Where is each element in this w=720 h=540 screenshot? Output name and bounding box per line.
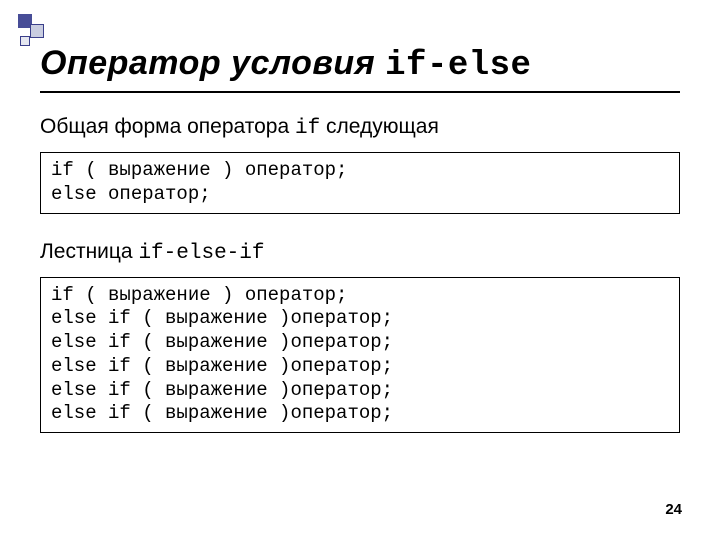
section-heading-ladder: Лестница if-else-if — [40, 240, 680, 265]
slide-content: Оператор условия if-else Общая форма опе… — [0, 0, 720, 433]
intro-paragraph: Общая форма оператора if следующая — [40, 115, 680, 140]
section-code: if-else-if — [138, 242, 264, 265]
page-number: 24 — [665, 501, 682, 518]
intro-text-pre: Общая форма оператора — [40, 115, 295, 138]
code-block-general-form: if ( выражение ) оператор; else оператор… — [40, 152, 680, 214]
decor-square — [30, 24, 44, 38]
title-underline — [40, 91, 680, 93]
intro-text-post: следующая — [320, 115, 439, 138]
title-code: if-else — [385, 47, 531, 85]
section-text: Лестница — [40, 240, 138, 263]
decor-square — [20, 36, 30, 46]
code-block-ladder: if ( выражение ) оператор; else if ( выр… — [40, 277, 680, 434]
intro-code: if — [295, 117, 320, 140]
page-title: Оператор условия if-else — [40, 44, 680, 85]
title-text: Оператор условия — [40, 44, 385, 82]
